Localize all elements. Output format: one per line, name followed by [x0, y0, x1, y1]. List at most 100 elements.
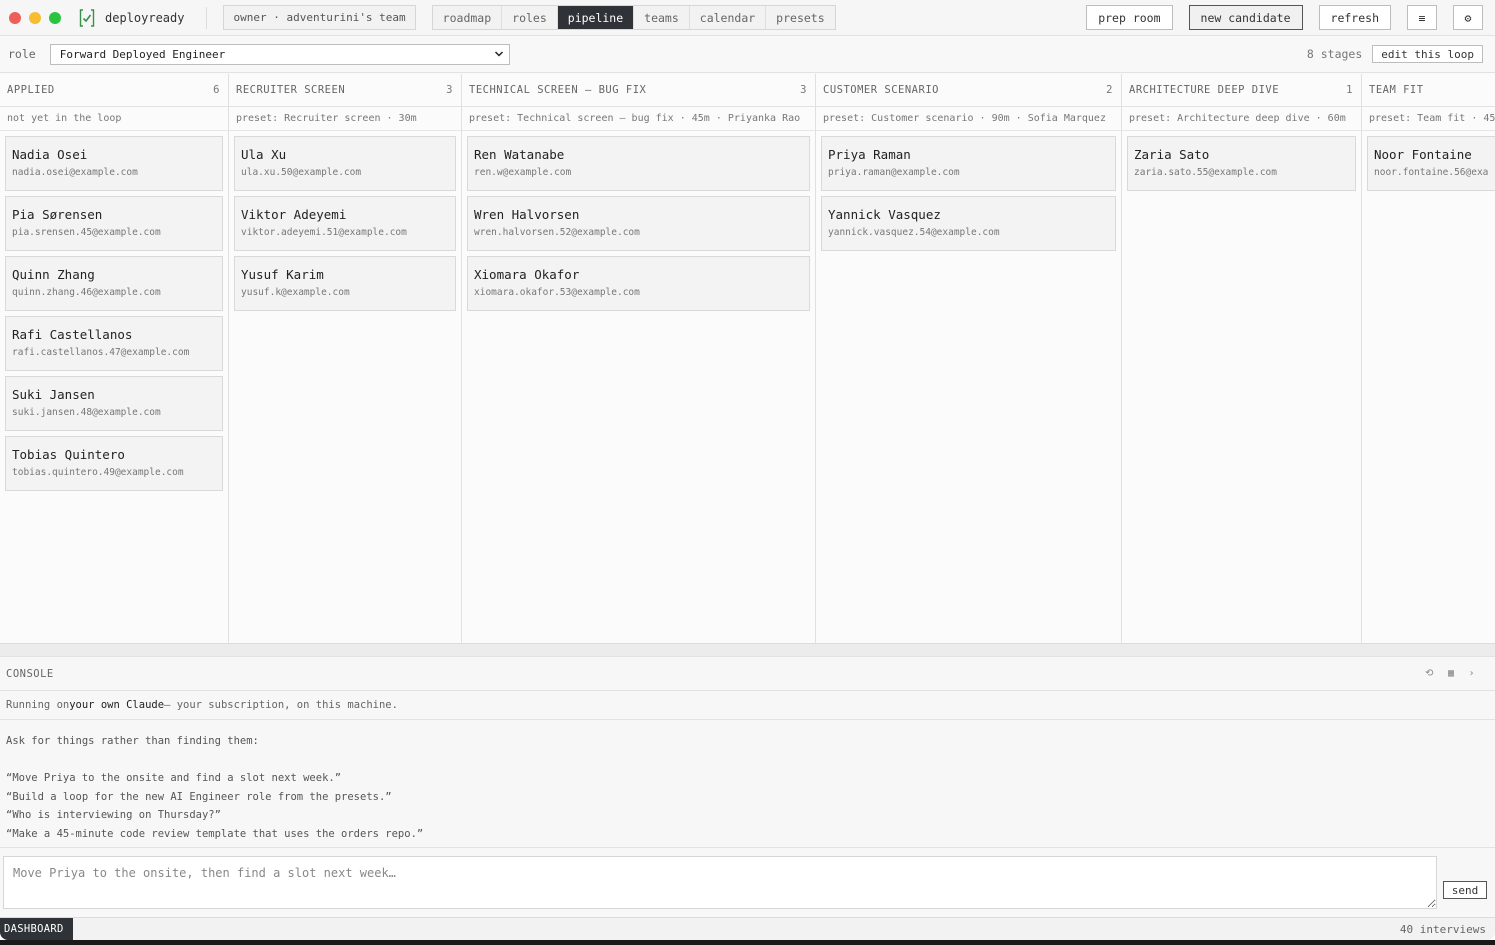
role-select-value: Forward Deployed Engineer [59, 47, 226, 61]
candidate-card[interactable]: Pia Sørensen pia.srensen.45@example.com [5, 196, 223, 251]
candidate-email: zaria.sato.55@example.com [1134, 167, 1277, 178]
candidate-email: suki.jansen.48@example.com [12, 407, 161, 418]
candidate-card[interactable]: Wren Halvorsen wren.halvorsen.52@example.… [467, 196, 810, 251]
tab-teams[interactable]: teams [634, 6, 690, 29]
candidate-card[interactable]: Viktor Adeyemi viktor.adeyemi.51@example.… [234, 196, 456, 251]
minimize-window-icon[interactable] [29, 11, 41, 24]
new-candidate-button[interactable]: new candidate [1188, 5, 1303, 30]
card-list: Nadia Osei nadia.osei@example.com Pia Sør… [0, 131, 228, 501]
column-preset: preset: Architecture deep dive · 60m [1122, 107, 1361, 131]
card-list: Ren Watanabe ren.w@example.com Wren Halvo… [462, 131, 815, 321]
candidate-email: tobias.quintero.49@example.com [12, 467, 184, 478]
column-applied: APPLIED 6 not yet in the loop Nadia Osei… [0, 74, 229, 643]
column-count: 2 [1106, 84, 1113, 96]
console-line: “Make a 45-minute code review template t… [6, 827, 424, 840]
console-input[interactable] [3, 856, 1437, 909]
settings-gear-icon[interactable]: ⚙ [1453, 5, 1483, 30]
column-title: TECHNICAL SCREEN — BUG FIX [469, 84, 647, 96]
candidate-card[interactable]: Suki Jansen suki.jansen.48@example.com [5, 376, 223, 431]
candidate-email: xiomara.okafor.53@example.com [474, 287, 640, 298]
column-count: 3 [800, 84, 807, 96]
column-title: ARCHITECTURE DEEP DIVE [1129, 84, 1280, 96]
column-architecture-deep-dive: ARCHITECTURE DEEP DIVE 1 preset: Archite… [1122, 74, 1362, 643]
role-bar: role Forward Deployed Engineer 8 stages … [0, 36, 1495, 73]
candidate-email: yannick.vasquez.54@example.com [828, 227, 1000, 238]
candidate-name: Quinn Zhang [12, 267, 95, 282]
info-suffix: — your subscription, on this machine. [164, 699, 398, 711]
candidate-email: viktor.adeyemi.51@example.com [241, 227, 407, 238]
column-title: CUSTOMER SCENARIO [823, 84, 939, 96]
refresh-button[interactable]: refresh [1318, 5, 1391, 30]
card-list: Zaria Sato zaria.sato.55@example.com [1122, 131, 1361, 201]
top-bar: deployready owner · adventurini's team r… [0, 0, 1495, 36]
divider [206, 6, 208, 29]
candidate-card[interactable]: Yannick Vasquez yannick.vasquez.54@exampl… [821, 196, 1116, 251]
candidate-email: priya.raman@example.com [828, 167, 960, 178]
console-actions: ⟲ ▦ › [1425, 668, 1475, 679]
column-customer-scenario: CUSTOMER SCENARIO 2 preset: Customer sce… [816, 74, 1122, 643]
candidate-card[interactable]: Xiomara Okafor xiomara.okafor.53@example.… [467, 256, 810, 311]
candidate-card[interactable]: Yusuf Karim yusuf.k@example.com [234, 256, 456, 311]
send-button[interactable]: send [1443, 881, 1487, 899]
mode-badge: DASHBOARD [0, 917, 73, 940]
candidate-card[interactable]: Quinn Zhang quinn.zhang.46@example.com [5, 256, 223, 311]
candidate-name: Pia Sørensen [12, 207, 103, 222]
column-preset: preset: Technical screen — bug fix · 45m… [462, 107, 815, 131]
column-title: RECRUITER SCREEN [236, 84, 346, 96]
candidate-name: Ula Xu [241, 147, 287, 162]
candidate-card[interactable]: Zaria Sato zaria.sato.55@example.com [1127, 136, 1356, 191]
column-count: 3 [446, 84, 453, 96]
tab-roadmap[interactable]: roadmap [433, 6, 503, 29]
owner-team-selector[interactable]: owner · adventurini's team [223, 5, 416, 30]
candidate-email: wren.halvorsen.52@example.com [474, 227, 640, 238]
role-select[interactable]: Forward Deployed Engineer [49, 43, 510, 65]
edit-loop-button[interactable]: edit this loop [1372, 45, 1483, 63]
resize-handle[interactable] [0, 643, 1495, 657]
column-preset: not yet in the loop [0, 107, 228, 131]
column-preset: preset: Recruiter screen · 30m [229, 107, 461, 131]
tab-pipeline[interactable]: pipeline [557, 6, 635, 29]
candidate-email: noor.fontaine.56@exa [1374, 167, 1489, 178]
app-name: deployready [105, 10, 185, 25]
candidate-name: Wren Halvorsen [474, 207, 580, 222]
candidate-card[interactable]: Tobias Quintero tobias.quintero.49@exampl… [5, 436, 223, 491]
maximize-window-icon[interactable] [49, 11, 61, 24]
main-nav: roadmap roles pipeline teams calendar pr… [431, 5, 836, 30]
candidate-card[interactable]: Ula Xu ula.xu.50@example.com [234, 136, 456, 191]
info-prefix: Running on [6, 699, 70, 711]
card-list: Noor Fontaine noor.fontaine.56@exa [1362, 131, 1495, 201]
candidate-email: ula.xu.50@example.com [241, 167, 362, 178]
app-window: deployready owner · adventurini's team r… [0, 0, 1495, 940]
column-header: TECHNICAL SCREEN — BUG FIX 3 [462, 74, 815, 107]
candidate-email: nadia.osei@example.com [12, 167, 138, 178]
candidate-card[interactable]: Ren Watanabe ren.w@example.com [467, 136, 810, 191]
status-bar: DASHBOARD 40 interviews [0, 917, 1495, 940]
clear-icon[interactable]: ▦ [1448, 668, 1455, 679]
candidate-name: Viktor Adeyemi [241, 207, 347, 222]
candidate-card[interactable]: Priya Raman priya.raman@example.com [821, 136, 1116, 191]
console-info: Running on your own Claude — your subscr… [0, 691, 1495, 720]
candidate-email: rafi.castellanos.47@example.com [12, 347, 190, 358]
console-title: CONSOLE [6, 667, 54, 680]
candidate-name: Nadia Osei [12, 147, 88, 162]
candidate-name: Yannick Vasquez [828, 207, 941, 222]
tab-roles[interactable]: roles [502, 6, 558, 29]
menu-icon[interactable]: ≡ [1407, 5, 1437, 30]
column-preset: preset: Team fit · 45 [1362, 107, 1495, 131]
prep-room-button[interactable]: prep room [1086, 5, 1173, 30]
close-window-icon[interactable] [9, 11, 21, 24]
history-icon[interactable]: ⟲ [1425, 668, 1434, 679]
candidate-card[interactable]: Nadia Osei nadia.osei@example.com [5, 136, 223, 191]
window-controls [9, 11, 61, 24]
candidate-card[interactable]: Noor Fontaine noor.fontaine.56@exa [1367, 136, 1495, 191]
tab-presets[interactable]: presets [766, 6, 834, 29]
column-count: 1 [1346, 84, 1353, 96]
candidate-name: Zaria Sato [1134, 147, 1210, 162]
chevron-right-icon[interactable]: › [1468, 668, 1475, 679]
tab-calendar[interactable]: calendar [690, 6, 767, 29]
candidate-email: pia.srensen.45@example.com [12, 227, 161, 238]
role-label: role [8, 47, 36, 61]
console-line: “Move Priya to the onsite and find a slo… [6, 772, 342, 785]
candidate-email: ren.w@example.com [474, 167, 572, 178]
candidate-card[interactable]: Rafi Castellanos rafi.castellanos.47@exam… [5, 316, 223, 371]
